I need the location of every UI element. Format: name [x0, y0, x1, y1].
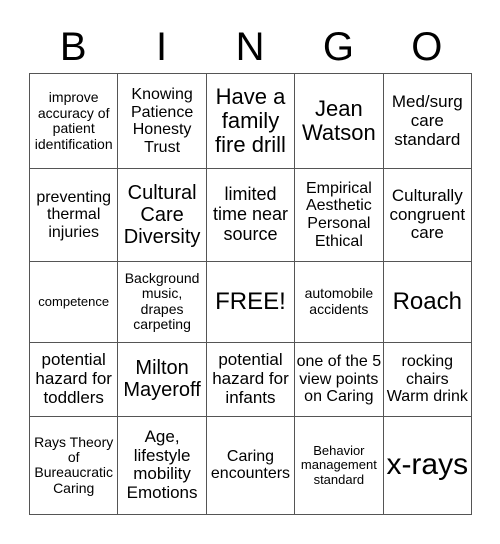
bingo-cell[interactable]: preventing thermal injuries	[28, 168, 119, 262]
bingo-header: B I N G O	[29, 22, 471, 72]
bingo-cell[interactable]: Roach	[382, 260, 473, 343]
bingo-cell[interactable]: Culturally congruent care	[382, 168, 473, 262]
bingo-cell[interactable]: Jean Watson	[294, 72, 384, 170]
bingo-cell[interactable]: Behavior management standard	[294, 415, 384, 516]
bingo-row: Rays Theory of Bureaucratic Caring Age, …	[28, 415, 473, 516]
bingo-cell[interactable]: Age, lifestyle mobility Emotions	[117, 415, 207, 516]
bingo-cell[interactable]: Empirical Aesthetic Personal Ethical	[294, 168, 384, 262]
bingo-cell[interactable]: competence	[28, 260, 119, 343]
bingo-cell[interactable]: improve accuracy of patient identificati…	[28, 72, 119, 170]
bingo-cell[interactable]: Caring encounters	[205, 415, 296, 516]
header-letter-o: O	[411, 25, 443, 69]
bingo-cell[interactable]: Cultural Care Diversity	[117, 168, 207, 262]
bingo-cell[interactable]: x-rays	[382, 415, 473, 516]
bingo-cell[interactable]: limited time near source	[205, 168, 296, 262]
bingo-cell[interactable]: Background music, drapes carpeting	[117, 260, 207, 343]
bingo-cell[interactable]: Med/surg care standard	[382, 72, 473, 170]
bingo-cell[interactable]: potential hazard for infants	[205, 341, 296, 417]
header-letter-i: I	[156, 25, 168, 69]
bingo-cell[interactable]: Have a family fire drill	[205, 72, 296, 170]
bingo-cell[interactable]: rocking chairs Warm drink	[382, 341, 473, 417]
header-letter-n: N	[235, 25, 265, 69]
bingo-row: improve accuracy of patient identificati…	[28, 72, 473, 170]
bingo-cell[interactable]: Knowing Patience Honesty Trust	[117, 72, 207, 170]
header-letter-g: G	[322, 25, 354, 69]
bingo-cell[interactable]: Rays Theory of Bureaucratic Caring	[28, 415, 119, 516]
bingo-row: competence Background music, drapes carp…	[28, 260, 473, 343]
bingo-cell[interactable]: Milton Mayeroff	[117, 341, 207, 417]
bingo-cell[interactable]: potential hazard for toddlers	[28, 341, 119, 417]
bingo-card: improve accuracy of patient identificati…	[28, 72, 473, 516]
bingo-row: preventing thermal injuries Cultural Car…	[28, 168, 473, 262]
header-letter-b: B	[59, 25, 87, 69]
bingo-row: potential hazard for toddlers Milton May…	[28, 341, 473, 417]
bingo-cell[interactable]: automobile accidents	[294, 260, 384, 343]
free-space[interactable]: FREE!	[205, 260, 296, 343]
bingo-cell[interactable]: one of the 5 view points on Caring	[294, 341, 384, 417]
